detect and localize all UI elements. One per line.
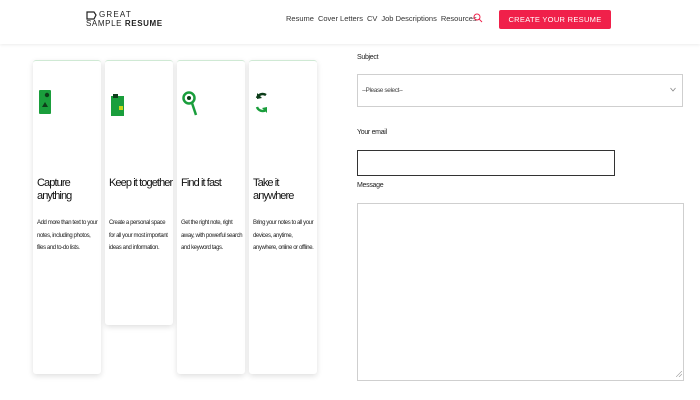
subject-select-value: --Please select-- <box>362 87 403 94</box>
message-textarea[interactable] <box>357 203 684 381</box>
chevron-down-icon <box>670 87 676 92</box>
email-field[interactable] <box>357 150 615 176</box>
card-description: Bring your notes to all your devices, an… <box>253 220 314 251</box>
search-magnifier-icon <box>182 91 198 116</box>
nav-item-resume[interactable]: Resume <box>286 14 314 23</box>
notebook-icon <box>111 94 124 116</box>
nav-item-job-descriptions[interactable]: Job Descriptions <box>381 14 436 23</box>
main-nav: Resume Cover Letters CV Job Descriptions… <box>286 14 477 23</box>
card-title: Take it anywhere <box>253 177 294 202</box>
resize-handle-icon[interactable] <box>676 371 682 377</box>
site-header: GREAT SAMPLE RESUME Resume Cover Letters… <box>0 0 700 44</box>
sync-icon <box>255 92 267 113</box>
nav-item-cv[interactable]: CV <box>367 14 377 23</box>
logo-text-sample-resume: SAMPLE RESUME <box>86 19 163 28</box>
search-icon[interactable] <box>473 13 483 23</box>
feature-card-find-fast: Find it fast Get the right note, right a… <box>177 60 245 374</box>
email-label: Your email <box>357 129 387 136</box>
logo[interactable]: GREAT SAMPLE RESUME <box>86 10 166 32</box>
nav-item-cover-letters[interactable]: Cover Letters <box>318 14 363 23</box>
feature-card-keep-together: Keep it together Create a personal space… <box>105 60 173 325</box>
subject-select[interactable]: --Please select-- <box>357 74 683 107</box>
card-title: Find it fast <box>181 177 222 189</box>
feature-card-capture: Capture anything Add more than text to y… <box>33 60 101 374</box>
create-resume-button[interactable]: CREATE YOUR RESUME <box>499 10 611 29</box>
card-title: Keep it together <box>109 177 173 189</box>
subject-label: Subject <box>357 54 379 61</box>
card-description: Create a personal space for all your mos… <box>109 220 168 251</box>
card-title: Capture anything <box>37 177 72 202</box>
logo-text-great: GREAT <box>99 10 132 19</box>
card-description: Get the right note, right away, with pow… <box>181 220 243 251</box>
nav-item-resources[interactable]: Resources <box>441 14 477 23</box>
message-label: Message <box>357 182 384 189</box>
feature-card-take-anywhere: Take it anywhere Bring your notes to all… <box>249 60 317 374</box>
card-description: Add more than text to your notes, includ… <box>37 220 98 251</box>
elephant-icon <box>39 90 51 114</box>
